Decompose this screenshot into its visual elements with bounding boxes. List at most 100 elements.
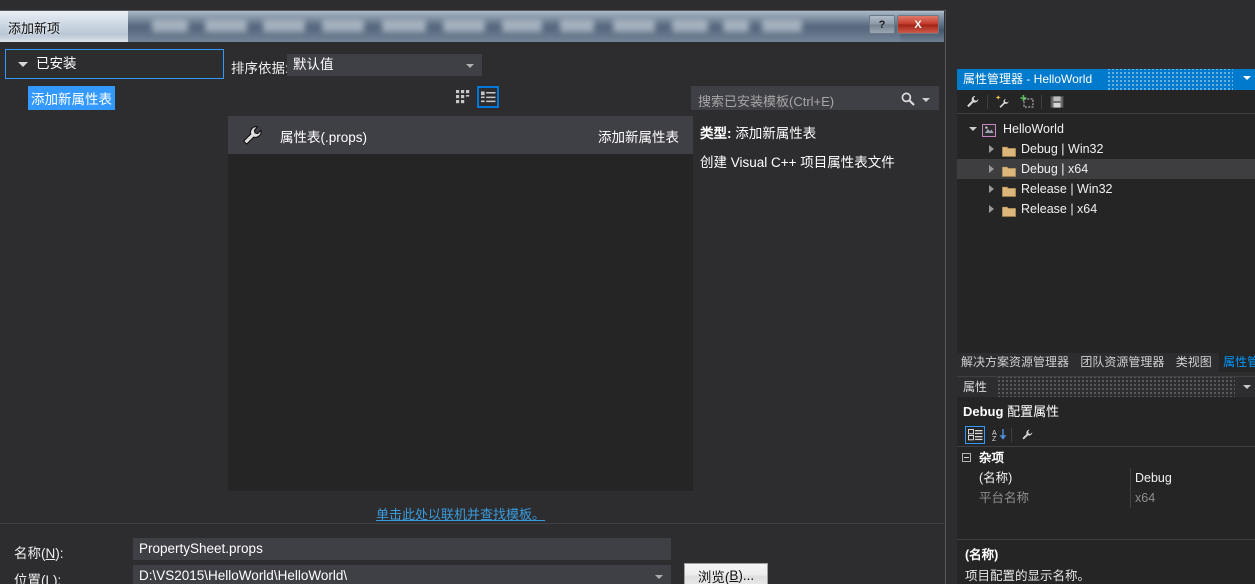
location-combobox[interactable]: D:\VS2015\HelloWorld\HelloWorld\	[133, 565, 671, 584]
details-view-button[interactable]	[477, 86, 499, 108]
tree-row[interactable]: Debug | Win32	[957, 139, 1255, 159]
sort-by-dropdown[interactable]: 默认值	[287, 54, 482, 76]
location-label-key: L	[45, 573, 54, 584]
screen: 登录 属性管理器 - HelloWorld	[0, 0, 1255, 584]
chevron-collapsed-icon[interactable]	[989, 145, 994, 153]
tab-property-manager[interactable]: 属性管	[1219, 353, 1255, 372]
property-row[interactable]: 平台名称 x64	[957, 488, 1255, 508]
tree-row[interactable]: Release | x64	[957, 199, 1255, 219]
properties-title-bar: 属性	[957, 377, 1255, 397]
property-description-title: (名称)	[965, 548, 999, 562]
template-type-row: 类型: 添加新属性表	[700, 122, 940, 142]
template-info-pane: 类型: 添加新属性表 创建 Visual C++ 项目属性表文件	[700, 122, 940, 171]
svg-text:Z: Z	[992, 436, 997, 442]
property-name: (名称)	[979, 471, 1013, 485]
browse-button[interactable]: 浏览(B)...	[684, 563, 768, 584]
blurred-menu-item	[443, 20, 485, 32]
property-grid[interactable]: 杂项 (名称) Debug 平台名称 x64	[957, 448, 1255, 508]
property-name: 平台名称	[979, 491, 1030, 505]
chevron-expanded-icon	[18, 62, 28, 67]
blurred-menu-item	[205, 20, 247, 32]
toolbar-separator-2	[1041, 95, 1042, 109]
chevron-down-icon	[466, 64, 474, 68]
collapse-icon[interactable]	[962, 453, 971, 462]
blurred-menu-item	[322, 20, 364, 32]
property-category-row[interactable]: 杂项	[957, 448, 1255, 468]
find-templates-online-link[interactable]: 单击此处以联机并查找模板。	[228, 504, 693, 523]
grid-divider	[1130, 468, 1131, 488]
properties-title: 属性	[963, 380, 988, 394]
chevron-down-icon[interactable]	[1243, 385, 1251, 389]
property-value: x64	[1135, 491, 1156, 505]
name-input[interactable]: PropertySheet.props	[133, 538, 671, 560]
name-input-value: PropertySheet.props	[139, 541, 263, 556]
toolbar-separator	[987, 95, 988, 109]
property-value[interactable]: Debug	[1135, 468, 1172, 488]
name-label-post: ):	[55, 546, 64, 561]
properties-window: 属性 Debug 配置属性 A Z 杂项 (名称) Debug 平台名称 x64…	[957, 376, 1255, 584]
blurred-menu-item	[560, 20, 594, 32]
tree-row[interactable]: HelloWorld	[957, 119, 1255, 139]
chevron-expanded-icon[interactable]	[969, 127, 977, 131]
templates-result-list[interactable]: 属性表(.props) 添加新属性表	[228, 116, 693, 491]
tree-item-label: Debug | x64	[1021, 162, 1089, 176]
folder-icon	[1002, 183, 1016, 197]
chevron-down-icon[interactable]	[922, 98, 930, 102]
toolbar-separator	[1011, 428, 1012, 442]
name-label-key: N	[45, 546, 56, 561]
folder-icon	[1002, 143, 1016, 157]
dialog-title-bar[interactable]: 添加新项 ? X	[0, 11, 944, 42]
folder-icon	[1002, 163, 1016, 177]
blurred-menu-item	[502, 20, 542, 32]
tab-team-explorer[interactable]: 团队资源管理器	[1076, 353, 1168, 372]
chevron-down-icon[interactable]	[1243, 76, 1251, 80]
name-label-pre: 名称(	[14, 546, 46, 561]
help-button[interactable]: ?	[869, 15, 895, 34]
installed-group-header[interactable]: 已安装	[5, 49, 224, 79]
wrench-icon	[242, 125, 264, 147]
sort-bar: 排序依据: 默认值	[231, 54, 531, 76]
blurred-menu-item	[382, 20, 426, 32]
property-manager-tree[interactable]: HelloWorld Debug | Win32 Debug | x64 Rel…	[957, 115, 1255, 353]
alphabetical-sort-icon[interactable]: A Z	[989, 426, 1009, 444]
chevron-collapsed-icon[interactable]	[989, 165, 994, 173]
close-button[interactable]: X	[897, 15, 939, 34]
property-description-pane: (名称) 项目配置的显示名称。	[957, 539, 1255, 584]
dialog-body: 已安装 添加新属性表 排序依据: 默认值 属性表(.props) 添加新属性表 …	[0, 42, 944, 584]
template-type-value: 添加新属性表	[735, 126, 817, 141]
add-existing-property-sheet-icon[interactable]	[1017, 93, 1037, 111]
title-dots	[997, 377, 1235, 397]
grid-divider	[1130, 488, 1131, 508]
search-icon[interactable]	[900, 91, 916, 110]
tab-solution-explorer[interactable]: 解决方案资源管理器	[957, 353, 1073, 372]
chevron-collapsed-icon[interactable]	[989, 205, 994, 213]
search-input[interactable]: 搜索已安装模板(Ctrl+E)	[691, 86, 939, 110]
browse-label-pre: 浏览(	[697, 569, 730, 584]
properties-wrench-icon[interactable]	[963, 93, 983, 111]
save-icon[interactable]	[1047, 93, 1067, 111]
location-label-post: ):	[53, 573, 62, 584]
template-category-add-new-property-sheet[interactable]: 添加新属性表	[28, 86, 115, 110]
property-pages-wrench-icon[interactable]	[1017, 426, 1037, 444]
dialog-title: 添加新项	[8, 21, 61, 36]
blurred-menu-item	[613, 20, 655, 32]
tab-class-view[interactable]: 类视图	[1172, 353, 1216, 372]
categorized-view-icon[interactable]	[965, 426, 985, 444]
tool-window-tab-strip: 解决方案资源管理器 团队资源管理器 类视图 属性管	[957, 353, 1255, 372]
folder-icon	[1002, 203, 1016, 217]
list-item[interactable]: 属性表(.props) 添加新属性表	[228, 116, 693, 154]
ide-top-bar: 登录	[955, 0, 1255, 62]
tree-row[interactable]: Release | Win32	[957, 179, 1255, 199]
tree-row[interactable]: Debug | x64	[957, 159, 1255, 179]
medium-icons-view-button[interactable]	[452, 86, 474, 108]
property-row[interactable]: (名称) Debug	[957, 468, 1255, 488]
property-manager-title: 属性管理器 - HelloWorld	[963, 72, 1093, 86]
template-type-label: 类型:	[700, 126, 732, 141]
name-label: 名称(N):	[14, 542, 64, 562]
chevron-collapsed-icon[interactable]	[989, 185, 994, 193]
blurred-menu-item	[672, 20, 708, 32]
chevron-down-icon[interactable]	[655, 575, 663, 579]
properties-object-title: Debug 配置属性	[963, 401, 1059, 420]
location-label: 位置(L):	[14, 569, 61, 584]
add-new-project-property-sheet-icon[interactable]	[993, 93, 1013, 111]
